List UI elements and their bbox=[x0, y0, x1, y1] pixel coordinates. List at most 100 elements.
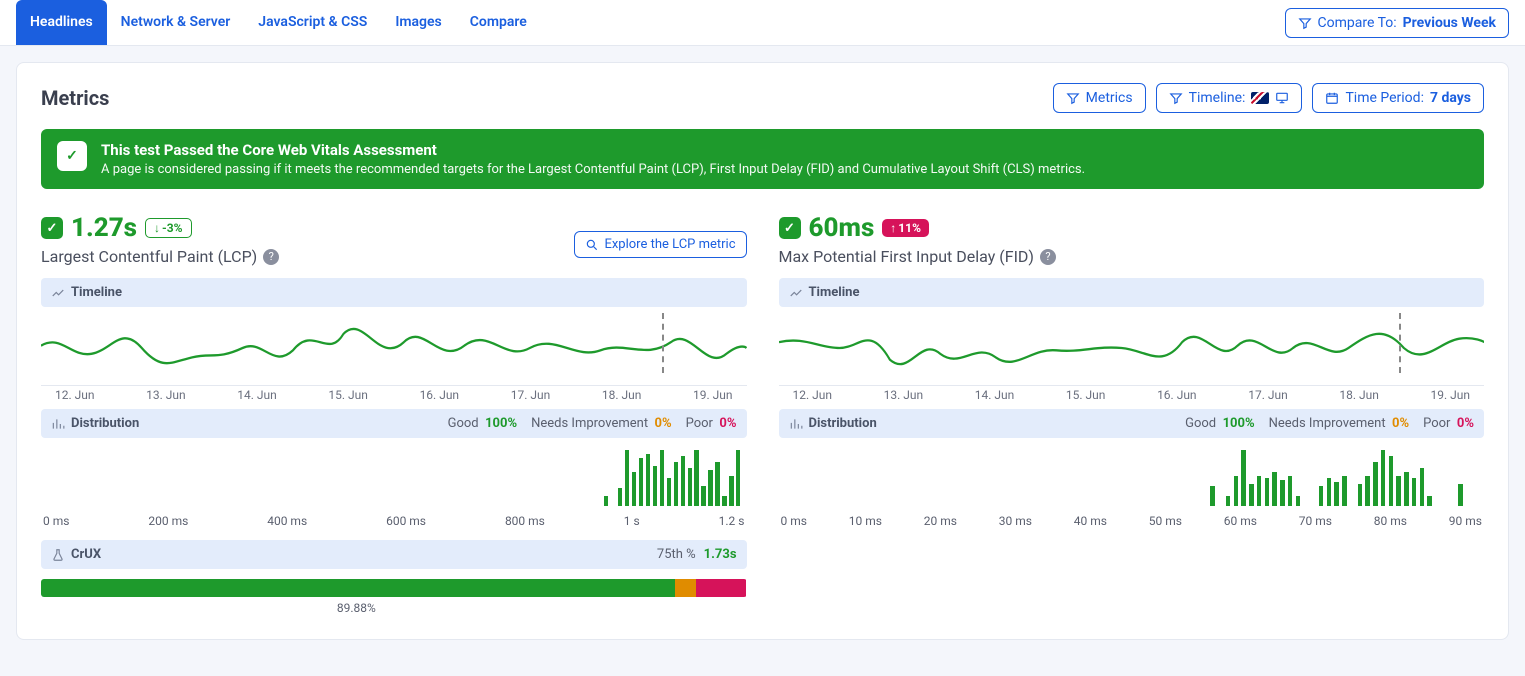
legend-ni-label: Needs Improvement bbox=[1269, 416, 1386, 431]
dist-bar-slot bbox=[1271, 472, 1279, 506]
dist-bar-slot bbox=[721, 496, 728, 506]
lcp-crux-chart: 89.88% bbox=[41, 579, 747, 615]
dist-bar-slot bbox=[1263, 478, 1271, 506]
dist-bar bbox=[736, 450, 740, 506]
dist-bar bbox=[1412, 478, 1417, 506]
filter-icon bbox=[1298, 16, 1312, 30]
tab-headlines[interactable]: Headlines bbox=[16, 0, 107, 45]
filter-icon bbox=[1169, 91, 1183, 105]
lcp-dist-label: Distribution bbox=[71, 416, 139, 431]
lcp-value: 1.27s bbox=[71, 213, 137, 243]
tabs: Headlines Network & Server JavaScript & … bbox=[16, 0, 541, 45]
fid-dist-legend: Good 100% Needs Improvement 0% Poor 0% bbox=[1185, 416, 1474, 431]
flask-icon bbox=[51, 548, 65, 562]
explore-lcp-button[interactable]: Explore the LCP metric bbox=[574, 231, 746, 258]
lcp-distribution-header: Distribution Good 100% Needs Improvement… bbox=[41, 409, 747, 438]
dist-bar-slot bbox=[1240, 450, 1248, 506]
check-icon: ✓ bbox=[41, 217, 63, 239]
filter-metrics-button[interactable]: Metrics bbox=[1053, 83, 1146, 113]
dist-bar bbox=[681, 456, 685, 506]
dist-bar-slot bbox=[672, 462, 679, 506]
axis-tick: 16. Jun bbox=[1157, 388, 1197, 402]
dist-bar bbox=[722, 496, 726, 506]
lcp-crux-right: 75th % 1.73s bbox=[657, 547, 737, 562]
dist-bar bbox=[1420, 468, 1425, 506]
help-icon[interactable]: ? bbox=[263, 249, 279, 265]
filter-timeperiod-button[interactable]: Time Period: 7 days bbox=[1312, 83, 1484, 113]
tab-compare[interactable]: Compare bbox=[456, 0, 541, 45]
axis-tick: 18. Jun bbox=[1339, 388, 1379, 402]
tab-images[interactable]: Images bbox=[381, 0, 455, 45]
axis-tick: 800 ms bbox=[505, 514, 545, 528]
dist-bar bbox=[1342, 476, 1347, 506]
tab-js-css[interactable]: JavaScript & CSS bbox=[244, 0, 381, 45]
axis-tick: 17. Jun bbox=[1248, 388, 1288, 402]
timeline-icon bbox=[789, 286, 803, 300]
axis-tick: 19. Jun bbox=[1430, 388, 1470, 402]
dist-bar-slot bbox=[700, 486, 707, 506]
dist-bar-slot bbox=[1379, 450, 1387, 506]
dist-bar-slot bbox=[735, 450, 742, 506]
dist-bar bbox=[715, 462, 719, 506]
axis-tick: 70 ms bbox=[1299, 514, 1332, 528]
dist-bar bbox=[1280, 480, 1285, 506]
timeline-icon bbox=[51, 286, 65, 300]
dist-bar-slot bbox=[1286, 476, 1294, 506]
dist-bar bbox=[660, 450, 664, 506]
dist-bar-slot bbox=[1224, 496, 1232, 506]
timeline-marker bbox=[662, 313, 664, 373]
dist-bar bbox=[1427, 496, 1432, 506]
dist-bar-slot bbox=[1356, 484, 1364, 506]
dist-bar bbox=[1358, 484, 1363, 506]
dist-bar bbox=[1272, 472, 1277, 506]
dist-bar-slot bbox=[1457, 484, 1465, 506]
lcp-timeline-label: Timeline bbox=[71, 285, 122, 300]
crux-value: 1.73s bbox=[704, 547, 737, 562]
dist-bar bbox=[604, 496, 608, 506]
crux-seg-ni bbox=[675, 579, 696, 597]
axis-tick: 19. Jun bbox=[693, 388, 733, 402]
dist-bar-slot bbox=[1418, 468, 1426, 506]
dist-bar bbox=[1381, 450, 1386, 506]
fid-timeline-chart: 12. Jun 13. Jun 14. Jun 15. Jun 16. Jun … bbox=[779, 307, 1485, 397]
dist-bar-slot bbox=[623, 450, 630, 506]
dist-bar bbox=[1257, 476, 1262, 506]
axis-tick: 30 ms bbox=[999, 514, 1032, 528]
legend-ni-value: 0% bbox=[655, 416, 672, 431]
compare-to-button[interactable]: Compare To: Previous Week bbox=[1285, 8, 1509, 38]
axis-tick: 14. Jun bbox=[975, 388, 1015, 402]
axis-tick: 400 ms bbox=[267, 514, 307, 528]
metrics-grid: ✓ 1.27s ↓ -3% Largest Contentful Paint (… bbox=[41, 213, 1484, 615]
page-title: Metrics bbox=[41, 86, 109, 110]
filter-timeline-button[interactable]: Timeline: bbox=[1156, 83, 1303, 113]
legend-good-label: Good bbox=[1185, 416, 1216, 431]
axis-tick: 10 ms bbox=[849, 514, 882, 528]
dist-bar-slot bbox=[644, 454, 651, 506]
axis-tick: 15. Jun bbox=[1066, 388, 1106, 402]
lcp-timeline-axis: 12. Jun 13. Jun 14. Jun 15. Jun 16. Jun … bbox=[41, 385, 747, 402]
tab-network-server[interactable]: Network & Server bbox=[107, 0, 245, 45]
dist-bar bbox=[639, 458, 643, 506]
dist-bar bbox=[1234, 476, 1239, 506]
banner-text: This test Passed the Core Web Vitals Ass… bbox=[101, 141, 1085, 177]
dist-bar-slot bbox=[686, 468, 693, 506]
axis-tick: 1 s bbox=[624, 514, 640, 528]
dist-bar bbox=[674, 462, 678, 506]
dist-bar-slot bbox=[1410, 478, 1418, 506]
calendar-icon bbox=[1325, 91, 1339, 105]
axis-tick: 14. Jun bbox=[237, 388, 277, 402]
help-icon[interactable]: ? bbox=[1040, 249, 1056, 265]
dist-bar-slot bbox=[1426, 496, 1434, 506]
dist-bar-slot bbox=[1232, 476, 1240, 506]
axis-tick: 20 ms bbox=[924, 514, 957, 528]
axis-tick: 12. Jun bbox=[793, 388, 833, 402]
fid-timeline-label: Timeline bbox=[809, 285, 860, 300]
dist-bar-slot bbox=[1325, 478, 1333, 506]
dist-bar-slot bbox=[1317, 486, 1325, 506]
crux-good-label: 89.88% bbox=[337, 601, 747, 615]
compare-value: Previous Week bbox=[1403, 15, 1496, 31]
axis-tick: 50 ms bbox=[1149, 514, 1182, 528]
crux-seg-poor bbox=[696, 579, 746, 597]
legend-good-value: 100% bbox=[1223, 416, 1255, 431]
dist-bar bbox=[701, 486, 705, 506]
